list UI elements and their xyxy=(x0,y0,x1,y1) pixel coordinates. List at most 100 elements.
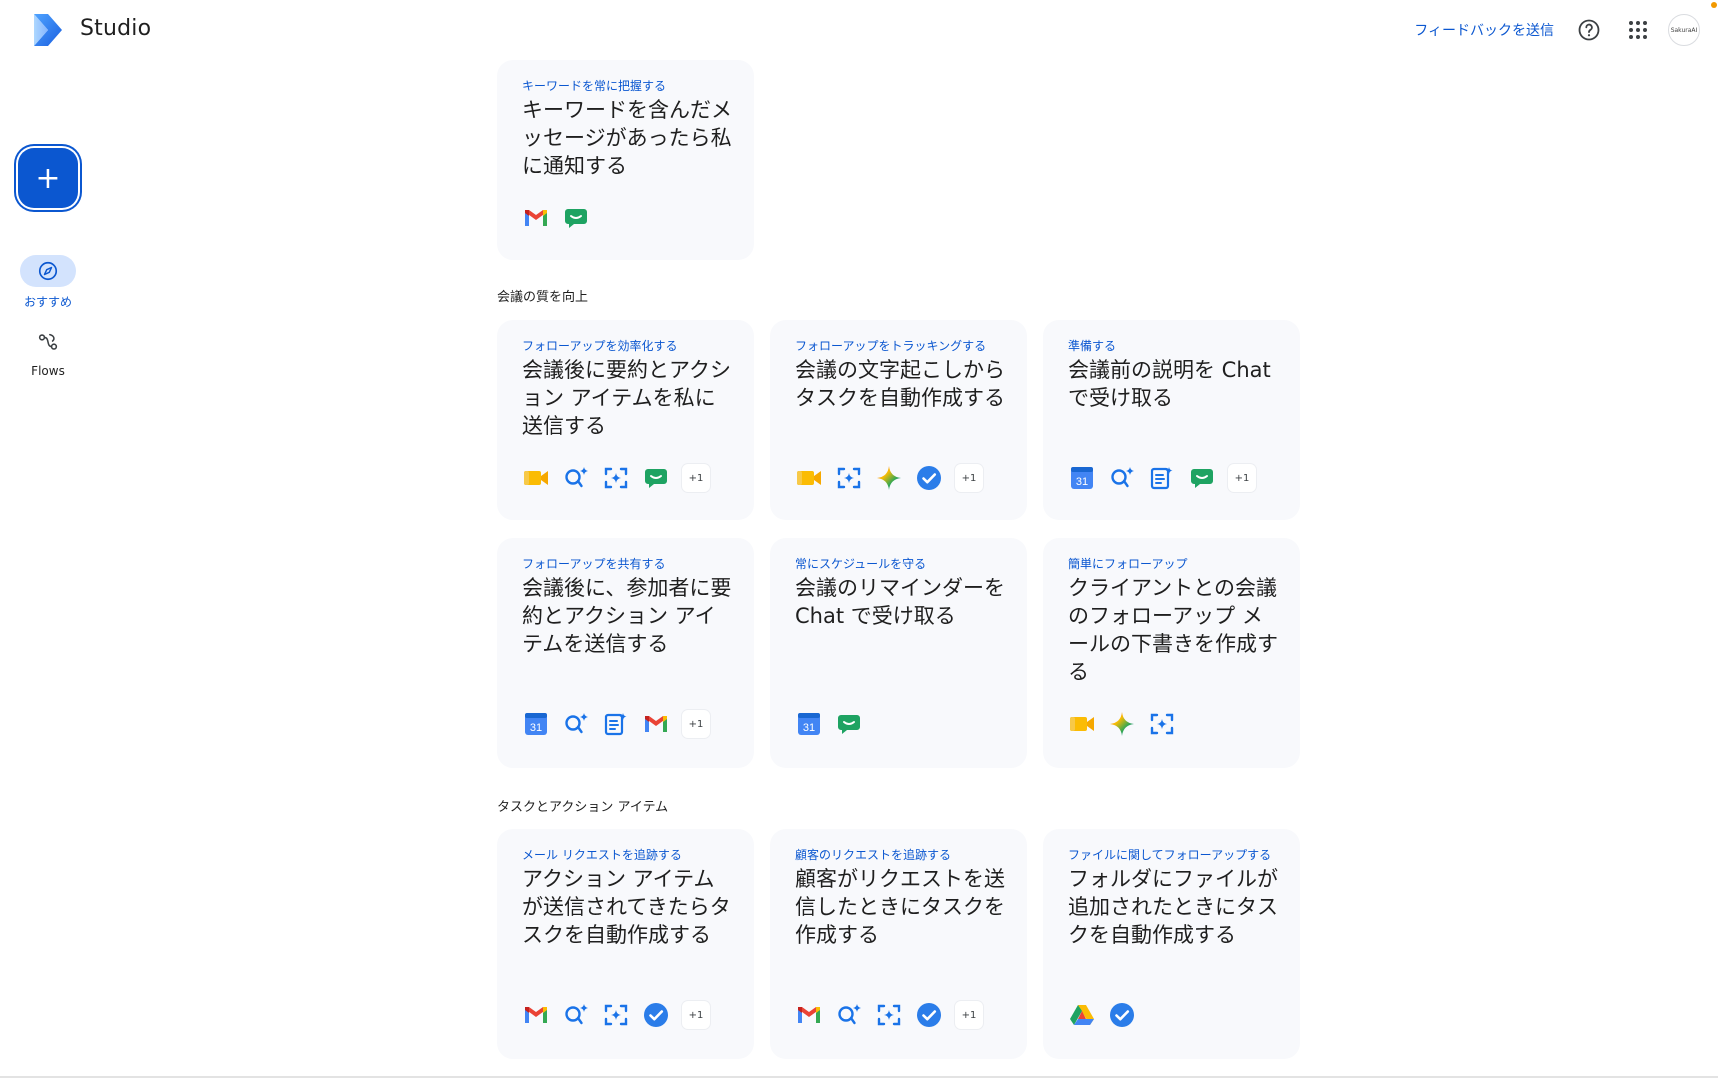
card-icons: 31 +1 xyxy=(522,710,710,738)
card-title: フォルダにファイルが追加されたときにタスクを自動作成する xyxy=(1068,867,1278,947)
svg-text:31: 31 xyxy=(530,722,542,734)
nav-item-recommended[interactable]: おすすめ xyxy=(0,255,96,310)
drive-icon xyxy=(1068,1001,1096,1029)
card-subtitle: 簡単にフォローアップ xyxy=(1068,557,1188,571)
section-title: 会議の質を向上 xyxy=(497,290,589,305)
card-title: 会議後に要約とアクション アイテムを私に送信する xyxy=(522,358,731,438)
capture-icon xyxy=(1148,710,1176,738)
card-subtitle: 常にスケジュールを守る xyxy=(795,557,927,571)
gemini-task-icon xyxy=(562,710,590,738)
section-title: タスクとアクション アイテム xyxy=(497,800,669,815)
card-title: 会議のリマインダーを Chat で受け取る xyxy=(795,576,1005,628)
nav-pill xyxy=(20,326,76,358)
template-card[interactable]: フォローアップを共有する 会議後に、参加者に要約とアクション アイテムを送信する… xyxy=(497,538,754,768)
capture-icon xyxy=(602,464,630,492)
template-card[interactable]: メール リクエストを追跡する アクション アイテムが送信されてきたらタスクを自動… xyxy=(497,829,754,1059)
card-title: 会議後に、参加者に要約とアクション アイテムを送信する xyxy=(522,576,732,656)
card-title: クライアントとの会議のフォローアップ メールの下書きを作成する xyxy=(1068,576,1278,684)
tasks-icon xyxy=(1108,1001,1136,1029)
card-icons: 31 +1 xyxy=(1068,464,1256,492)
template-card[interactable]: 常にスケジュールを守る 会議のリマインダーを Chat で受け取る 31 xyxy=(770,538,1027,768)
more-apps-chip: +1 xyxy=(1228,464,1256,492)
card-subtitle: キーワードを常に把握する xyxy=(522,79,667,93)
notification-dot xyxy=(1711,2,1717,8)
meet-icon xyxy=(795,464,823,492)
calendar-icon: 31 xyxy=(1068,464,1096,492)
card-title: アクション アイテムが送信されてきたらタスクを自動作成する xyxy=(522,867,731,947)
card-icons xyxy=(1068,1001,1136,1029)
flows-icon xyxy=(38,333,58,350)
card-icons: +1 xyxy=(522,464,710,492)
card-title: 会議の文字起こしからタスクを自動作成する xyxy=(795,358,1005,410)
card-subtitle: ファイルに関してフォローアップする xyxy=(1068,848,1272,862)
capture-icon xyxy=(602,1001,630,1029)
card-title: キーワードを含んだメッセージがあったら私に通知する xyxy=(522,98,732,178)
svg-text:31: 31 xyxy=(1076,476,1088,488)
studio-logo[interactable] xyxy=(30,12,66,48)
more-apps-chip: +1 xyxy=(682,1001,710,1029)
template-card[interactable]: ファイルに関してフォローアップする フォルダにファイルが追加されたときにタスクを… xyxy=(1043,829,1300,1059)
app-title: Studio xyxy=(80,16,152,41)
gemini-icon xyxy=(1108,710,1136,738)
chat-icon xyxy=(562,204,590,232)
card-title: 会議前の説明を Chat で受け取る xyxy=(1068,358,1271,410)
more-apps-chip: +1 xyxy=(682,464,710,492)
account-avatar[interactable]: SakuraAI xyxy=(1668,14,1700,46)
template-card[interactable]: 顧客のリクエストを追跡する 顧客がリクエストを送信したときにタスクを作成する +… xyxy=(770,829,1027,1059)
gemini-task-icon xyxy=(562,464,590,492)
capture-icon xyxy=(835,464,863,492)
top-bar: Studio フィードバックを送信 SakuraAI xyxy=(0,0,1718,60)
chat-icon xyxy=(835,710,863,738)
chat-icon xyxy=(1188,464,1216,492)
template-card[interactable]: フォローアップを効率化する 会議後に要約とアクション アイテムを私に送信する +… xyxy=(497,320,754,520)
card-subtitle: 準備する xyxy=(1068,339,1117,353)
help-icon[interactable] xyxy=(1577,18,1601,42)
meet-icon xyxy=(522,464,550,492)
more-apps-chip: +1 xyxy=(955,1001,983,1029)
chat-icon xyxy=(642,464,670,492)
card-subtitle: フォローアップを効率化する xyxy=(522,339,678,353)
card-icons: +1 xyxy=(795,464,983,492)
apps-grid-icon[interactable] xyxy=(1626,18,1650,42)
gmail-icon xyxy=(522,204,550,232)
gmail-icon xyxy=(642,710,670,738)
nav-label: Flows xyxy=(31,364,65,378)
tasks-icon xyxy=(915,1001,943,1029)
card-subtitle: フォローアップを共有する xyxy=(522,557,666,571)
create-button[interactable]: + xyxy=(18,148,78,208)
more-apps-chip: +1 xyxy=(682,710,710,738)
notes-icon xyxy=(1148,464,1176,492)
template-card[interactable]: 簡単にフォローアップ クライアントとの会議のフォローアップ メールの下書きを作成… xyxy=(1043,538,1300,768)
tasks-icon xyxy=(642,1001,670,1029)
template-card[interactable]: フォローアップをトラッキングする 会議の文字起こしからタスクを自動作成する +1 xyxy=(770,320,1027,520)
template-card[interactable]: 準備する 会議前の説明を Chat で受け取る 31 +1 xyxy=(1043,320,1300,520)
card-icons xyxy=(1068,710,1176,738)
gemini-icon xyxy=(875,464,903,492)
compass-icon xyxy=(38,261,58,281)
card-icons xyxy=(522,204,590,232)
nav-pill xyxy=(20,255,76,287)
nav-item-flows[interactable]: Flows xyxy=(0,326,96,378)
meet-icon xyxy=(1068,710,1096,738)
gmail-icon xyxy=(522,1001,550,1029)
gemini-task-icon xyxy=(562,1001,590,1029)
more-apps-chip: +1 xyxy=(955,464,983,492)
card-icons: +1 xyxy=(522,1001,710,1029)
tasks-icon xyxy=(915,464,943,492)
capture-icon xyxy=(875,1001,903,1029)
gmail-icon xyxy=(795,1001,823,1029)
card-title: 顧客がリクエストを送信したときにタスクを作成する xyxy=(795,867,1005,947)
gemini-task-icon xyxy=(1108,464,1136,492)
card-subtitle: フォローアップをトラッキングする xyxy=(795,339,987,353)
template-card[interactable]: キーワードを常に把握する キーワードを含んだメッセージがあったら私に通知する xyxy=(497,60,754,260)
nav-label: おすすめ xyxy=(23,295,72,309)
calendar-icon: 31 xyxy=(795,710,823,738)
card-icons: 31 xyxy=(795,710,863,738)
feedback-link[interactable]: フィードバックを送信 xyxy=(1414,20,1554,40)
svg-text:31: 31 xyxy=(803,722,815,734)
calendar-icon: 31 xyxy=(522,710,550,738)
gemini-task-icon xyxy=(835,1001,863,1029)
card-icons: +1 xyxy=(795,1001,983,1029)
card-subtitle: 顧客のリクエストを追跡する xyxy=(795,848,952,862)
notes-icon xyxy=(602,710,630,738)
